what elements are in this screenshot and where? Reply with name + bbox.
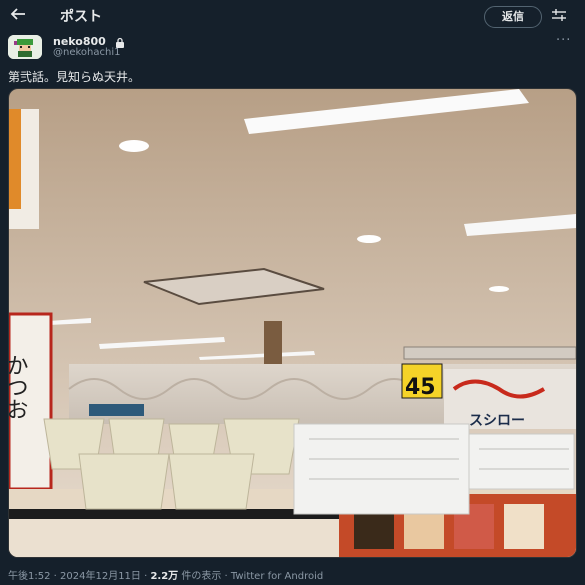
avatar[interactable] (8, 35, 42, 59)
reply-button[interactable]: 返信 (484, 6, 542, 28)
separator: · (221, 571, 231, 582)
more-options-icon[interactable]: ··· (556, 33, 571, 48)
separator: · (50, 571, 61, 582)
menu-sign-text: かつお (9, 354, 28, 420)
page-title: ポスト (60, 9, 102, 25)
views-count: 2.2万 (150, 571, 179, 582)
settings-sliders-icon[interactable] (551, 6, 567, 24)
tweet-meta: 午後1:52 · 2024年12月11日 · 2.2万 件の表示 · Twitt… (8, 567, 323, 582)
client-name: Twitter for Android (230, 571, 324, 582)
back-arrow-icon[interactable] (8, 5, 28, 25)
tweet-photo[interactable]: かつお 45 スシロー (8, 88, 577, 558)
photo-scene: かつお 45 スシロー (9, 89, 576, 557)
author-handle[interactable]: @nekohachi1 (53, 47, 121, 58)
views-label: 件の表示 (178, 571, 222, 582)
tweet-time[interactable]: 午後1:52 (8, 571, 50, 582)
top-bar: ポスト 返信 (0, 0, 585, 32)
lock-icon (114, 34, 126, 48)
banner-text: スシロー (469, 413, 525, 429)
tweet-text: 第弐話。見知らぬ天井。 (8, 70, 141, 84)
tweet-date[interactable]: 2024年12月11日 (60, 571, 141, 582)
price-sign: 45 (405, 375, 436, 400)
